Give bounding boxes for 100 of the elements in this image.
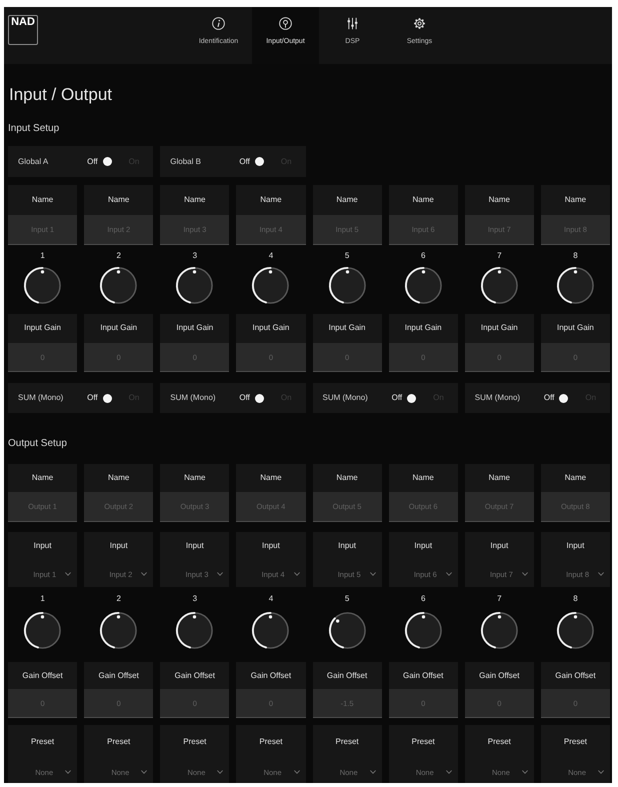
gain-knob[interactable] (99, 266, 138, 305)
caret-icon (598, 770, 604, 774)
field-label: Name (260, 473, 282, 483)
field-label: Preset (412, 737, 435, 747)
field-label: Name (488, 473, 510, 483)
channel-number: 1 (40, 251, 45, 261)
caret-icon (446, 770, 452, 774)
caret-icon (65, 572, 72, 576)
channel-number: 3 (192, 251, 198, 261)
field-label: Input (186, 541, 204, 551)
field-label: Name (184, 473, 206, 483)
gain-knob[interactable] (480, 611, 519, 650)
channel-number: 4 (268, 251, 274, 261)
logo: NAD (8, 15, 38, 45)
field-label: Name (412, 473, 434, 483)
caret-icon (598, 572, 604, 576)
field-label: Gain Offset (326, 671, 368, 681)
info-icon (212, 17, 225, 30)
field-label: Input Gain (252, 323, 290, 333)
field-label: Preset (336, 737, 359, 747)
caret-icon (141, 770, 148, 774)
caret-icon (370, 572, 376, 576)
gain-knob[interactable] (23, 266, 62, 305)
field-label: Input (34, 541, 52, 551)
off-label: Off (239, 156, 250, 166)
off-label: Off (239, 393, 250, 403)
field-label: Input (338, 541, 356, 551)
field-label: Name (564, 195, 586, 205)
field-label: Preset (259, 737, 282, 747)
channel-number: 1 (40, 594, 45, 604)
caret-icon (370, 770, 376, 774)
gain-knob[interactable] (480, 266, 519, 305)
field-label: Name (32, 473, 54, 483)
field-label: Input Gain (176, 323, 214, 333)
field-label: Name (488, 195, 510, 205)
page-title: Input / Output (9, 85, 112, 105)
field-label: Gain Offset (479, 671, 520, 681)
gain-knob[interactable] (328, 611, 367, 650)
channel-number: 7 (497, 251, 502, 261)
field-label: Preset (564, 737, 587, 747)
channel-number: 2 (116, 594, 121, 604)
gain-knob[interactable] (175, 611, 214, 650)
field-label: Gain Offset (174, 671, 215, 681)
off-label: Off (87, 393, 98, 403)
channel-number: 5 (344, 251, 350, 261)
off-label: Off (392, 393, 402, 403)
setting-label: SUM (Mono) (170, 393, 216, 403)
field-label: Preset (488, 737, 511, 747)
field-label: Gain Offset (403, 671, 444, 681)
setting-label: SUM (Mono) (18, 393, 64, 403)
field-label: Name (564, 473, 586, 483)
gain-knob[interactable] (328, 266, 367, 305)
field-label: Name (412, 195, 434, 205)
sliders-icon (346, 17, 359, 30)
gain-knob[interactable] (23, 611, 62, 650)
field-label: Preset (31, 737, 54, 747)
field-label: Gain Offset (98, 671, 139, 681)
field-label: Input Gain (24, 323, 62, 333)
off-label: Off (87, 156, 98, 166)
gain-knob[interactable] (556, 266, 595, 305)
field-label: Gain Offset (22, 671, 63, 681)
gain-knob[interactable] (404, 266, 443, 305)
section-title: Output Setup (8, 437, 67, 451)
caret-icon (217, 572, 224, 576)
gain-knob[interactable] (175, 266, 214, 305)
channel-number: 6 (420, 594, 426, 604)
field-label: Name (108, 195, 130, 205)
section-title: Input Setup (8, 122, 60, 136)
gain-knob[interactable] (251, 611, 290, 650)
setting-label: Global A (18, 156, 48, 166)
field-label: Gain Offset (250, 671, 292, 681)
field-label: Preset (183, 737, 206, 747)
field-label: Input Gain (100, 323, 138, 333)
field-label: Input (414, 541, 432, 551)
field-label: Gain Offset (555, 671, 596, 681)
field-label: Input Gain (404, 323, 442, 333)
connector-icon (279, 17, 292, 30)
caret-icon (217, 770, 224, 774)
field-label: Input Gain (556, 323, 594, 333)
channel-number: 4 (268, 594, 274, 604)
gain-knob[interactable] (404, 611, 443, 650)
caret-icon (294, 770, 300, 774)
field-label: Name (336, 195, 358, 205)
gain-knob[interactable] (99, 611, 138, 650)
gain-knob[interactable] (556, 611, 595, 650)
field-label: Input Gain (328, 323, 366, 333)
field-label: Name (260, 195, 282, 205)
field-label: Input (262, 541, 280, 551)
caret-icon (294, 572, 300, 576)
field-label: Name (184, 195, 206, 205)
caret-icon (522, 572, 528, 576)
channel-number: 7 (497, 594, 502, 604)
setting-label: SUM (Mono) (474, 393, 520, 403)
settings-icon (413, 17, 426, 30)
gain-knob[interactable] (251, 266, 290, 305)
field-label: Input (490, 541, 508, 551)
field-label: Input (110, 541, 128, 551)
caret-icon (141, 572, 148, 576)
field-label: Name (32, 195, 54, 205)
caret-icon (522, 770, 528, 774)
